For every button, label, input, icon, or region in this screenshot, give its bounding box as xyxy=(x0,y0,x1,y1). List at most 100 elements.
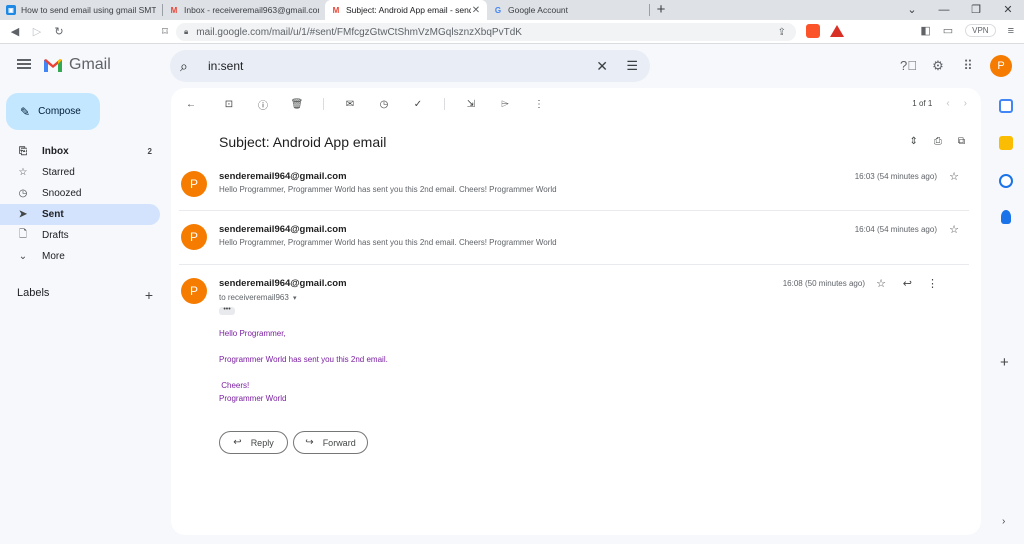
brave-rewards-icon[interactable] xyxy=(830,25,844,37)
label-icon[interactable]: ⌲ xyxy=(497,99,513,110)
gmail-favicon-icon: M xyxy=(170,5,178,15)
mark-unread-icon[interactable]: ✉ xyxy=(342,99,358,110)
get-addons-icon[interactable]: + xyxy=(1000,354,1009,371)
sidebar-item-label: More xyxy=(42,251,65,262)
brave-shield-icon[interactable] xyxy=(806,24,820,38)
message-divider xyxy=(179,264,969,265)
reply-icon[interactable]: ↩ xyxy=(903,277,912,290)
move-to-icon[interactable]: ⇲ xyxy=(463,99,479,110)
expand-all-icon[interactable]: ⇕ xyxy=(909,136,917,147)
sender-avatar[interactable]: P xyxy=(181,171,207,197)
sidebar-item-sent[interactable]: ➤ Sent xyxy=(0,204,160,225)
search-options-icon[interactable]: ☰ xyxy=(626,58,638,74)
more-options-icon[interactable]: ⋮ xyxy=(927,277,938,290)
pager-count: 1 of 1 xyxy=(912,99,933,108)
browser-tab-active[interactable]: M Subject: Android App email - send ✕ xyxy=(325,0,487,20)
calendar-icon[interactable] xyxy=(999,99,1013,113)
newer-icon[interactable]: ‹ xyxy=(946,98,949,109)
search-input[interactable] xyxy=(208,59,588,73)
browser-tab[interactable]: ▣ How to send email using gmail SMTP xyxy=(0,0,162,20)
sender-email[interactable]: senderemail964@gmail.com xyxy=(219,224,347,235)
forward-icon[interactable]: ▷ xyxy=(26,25,48,38)
send-icon: ➤ xyxy=(18,209,28,220)
open-new-window-icon[interactable]: ⧉ xyxy=(958,136,965,147)
print-icon[interactable]: ⎙ xyxy=(934,136,942,147)
sender-email[interactable]: senderemail964@gmail.com xyxy=(219,278,347,289)
browser-toolbar-right: ◧ ▭ VPN ≡ xyxy=(920,24,1014,37)
sidebar-toggle-icon[interactable]: ◧ xyxy=(920,24,930,37)
archive-icon[interactable]: ⊡ xyxy=(221,99,237,110)
sender-avatar[interactable]: P xyxy=(181,224,207,250)
new-tab-button[interactable]: + xyxy=(650,0,672,20)
restore-icon[interactable]: ❐ xyxy=(960,0,992,20)
sidebar-item-label: Snoozed xyxy=(42,188,82,199)
share-icon[interactable]: ⇪ xyxy=(778,27,786,38)
brave-extensions xyxy=(806,24,844,38)
tasks-icon[interactable] xyxy=(999,174,1013,188)
star-icon[interactable]: ☆ xyxy=(949,223,959,236)
star-icon[interactable]: ☆ xyxy=(876,277,886,290)
address-bar-row: ◀ ▷ ↻ ⌑ 🔒︎ mail.google.com/mail/u/1/#sen… xyxy=(0,20,1024,44)
message-body-line: Cheers! xyxy=(219,381,250,390)
chevron-down-icon[interactable]: ▾ xyxy=(293,295,297,302)
show-trimmed-content-button[interactable]: ••• xyxy=(219,306,235,315)
more-options-icon[interactable]: ⋮ xyxy=(531,99,547,110)
message-pane: ← ⊡ ⓘ 🗑︎ ✉ ◷ ✓ ⇲ ⌲ ⋮ 1 of 1 ‹ › Subject:… xyxy=(171,88,981,535)
browser-tab[interactable]: M Inbox - receiveremail963@gmail.com xyxy=(163,0,325,20)
app-name: Gmail xyxy=(69,56,111,73)
reply-button[interactable]: ↩ Reply xyxy=(219,431,288,454)
sidebar-item-drafts[interactable]: 🗋︎ Drafts xyxy=(0,225,160,246)
url-field[interactable]: 🔒︎ mail.google.com/mail/u/1/#sent/FMfcgz… xyxy=(176,23,796,41)
tab-close-icon[interactable]: ✕ xyxy=(471,5,481,16)
gmail-logo[interactable]: Gmail xyxy=(43,56,111,74)
account-avatar[interactable]: P xyxy=(990,55,1012,77)
back-icon[interactable]: ◀ xyxy=(4,25,26,38)
star-icon[interactable]: ☆ xyxy=(949,170,959,183)
snooze-icon[interactable]: ◷ xyxy=(376,99,392,110)
site-favicon-icon: ▣ xyxy=(6,5,16,15)
compose-button[interactable]: ✎ Compose xyxy=(6,93,100,130)
apps-grid-icon[interactable]: ⠿ xyxy=(960,58,976,74)
delete-icon[interactable]: 🗑︎ xyxy=(289,99,305,110)
wallet-icon[interactable]: ▭ xyxy=(943,24,953,37)
tab-title: Subject: Android App email - send xyxy=(346,5,471,15)
browser-tab[interactable]: G Google Account xyxy=(487,0,649,20)
settings-gear-icon[interactable]: ⚙ xyxy=(930,58,946,74)
menu-icon[interactable]: ≡ xyxy=(1008,25,1014,37)
sidebar-item-label: Inbox xyxy=(42,146,69,157)
unread-count: 2 xyxy=(147,147,152,156)
clear-search-icon[interactable]: ✕ xyxy=(596,58,608,75)
add-label-icon[interactable]: + xyxy=(145,287,153,303)
tab-title: Google Account xyxy=(508,5,569,15)
recipient-line[interactable]: to receiveremail963 ▾ xyxy=(219,293,297,302)
report-spam-icon[interactable]: ⓘ xyxy=(255,97,271,112)
sidebar-item-snoozed[interactable]: ◷ Snoozed xyxy=(0,183,160,204)
main-menu-icon[interactable] xyxy=(17,59,31,69)
contacts-icon[interactable] xyxy=(1001,210,1011,224)
search-icon[interactable]: ⌕ xyxy=(180,58,200,75)
reload-icon[interactable]: ↻ xyxy=(48,25,70,38)
minimize-icon[interactable]: — xyxy=(928,0,960,20)
sender-email[interactable]: senderemail964@gmail.com xyxy=(219,171,347,182)
hide-side-panel-icon[interactable]: › xyxy=(1002,516,1005,527)
back-arrow-icon[interactable]: ← xyxy=(183,99,199,110)
sidebar-item-starred[interactable]: ☆ Starred xyxy=(0,162,160,183)
toolbar-divider xyxy=(323,98,324,110)
message-divider xyxy=(179,210,969,211)
collapsed-message[interactable]: P senderemail964@gmail.com Hello Program… xyxy=(179,171,969,205)
lock-icon: 🔒︎ xyxy=(184,27,189,36)
tab-search-icon[interactable]: ⌄ xyxy=(896,0,928,20)
sidebar-item-inbox[interactable]: ⎘ Inbox 2 xyxy=(0,141,160,162)
sender-avatar[interactable]: P xyxy=(181,278,207,304)
help-icon[interactable]: ?⃝ xyxy=(900,58,917,74)
older-icon[interactable]: › xyxy=(964,98,967,109)
bookmark-icon[interactable]: ⌑ xyxy=(154,25,176,38)
collapsed-message[interactable]: P senderemail964@gmail.com Hello Program… xyxy=(179,224,969,258)
vpn-button[interactable]: VPN xyxy=(965,24,996,37)
add-to-tasks-icon[interactable]: ✓ xyxy=(410,99,426,110)
forward-button[interactable]: ↪ Forward xyxy=(293,431,368,454)
gmail-header: Gmail ⌕ ✕ ☰ ?⃝ ⚙ ⠿ P xyxy=(0,44,1024,88)
close-window-icon[interactable]: ✕ xyxy=(992,0,1024,20)
keep-icon[interactable] xyxy=(999,136,1013,150)
sidebar-item-more[interactable]: ⌄ More xyxy=(0,246,160,267)
